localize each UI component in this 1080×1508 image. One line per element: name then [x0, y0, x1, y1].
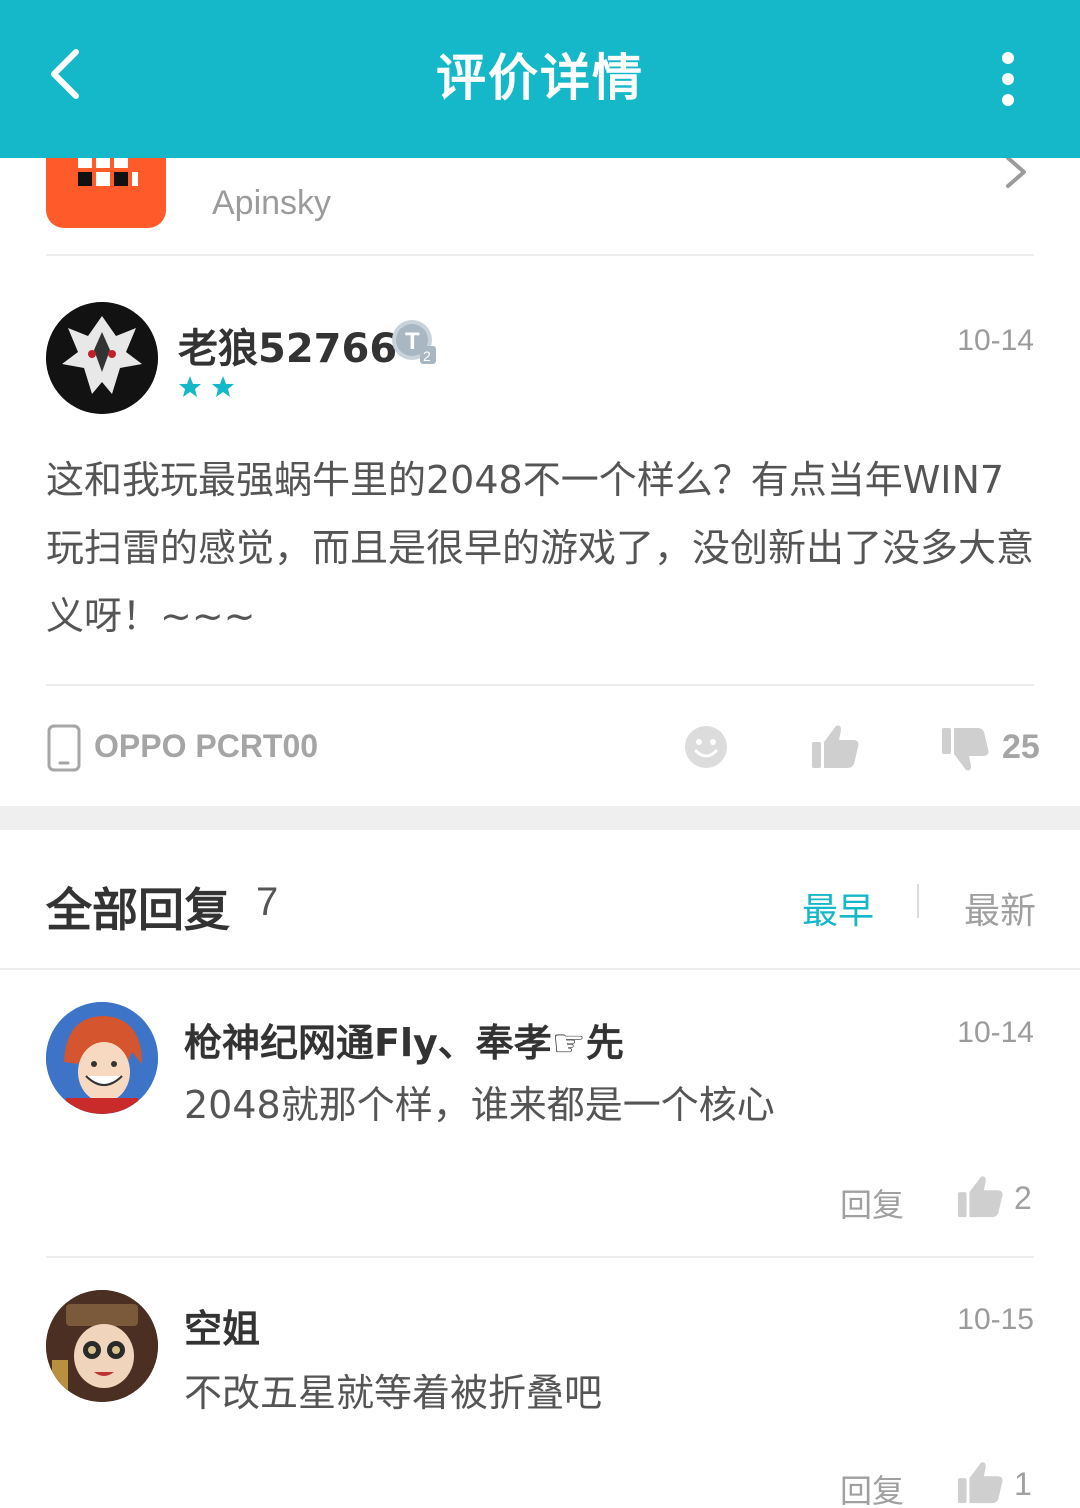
dislike-count: 25 [1002, 728, 1040, 766]
star-icon [179, 376, 201, 397]
chevron-right-icon [1006, 156, 1026, 188]
reply-button[interactable]: 回复 [840, 1180, 904, 1226]
thumbs-down-icon[interactable] [940, 726, 990, 774]
reply-button[interactable]: 回复 [840, 1466, 904, 1508]
app-developer: Apinsky [212, 184, 332, 222]
divider [0, 968, 1080, 970]
reply-date: 10-14 [957, 1016, 1034, 1049]
sort-latest-tab[interactable]: 最新 [964, 882, 1036, 934]
reply-author-name[interactable]: 空姐 [184, 1298, 260, 1353]
top-app-bar: 评价详情 [0, 0, 1080, 158]
avatar[interactable] [46, 302, 158, 414]
more-vertical-icon [998, 52, 1018, 106]
emoji-reaction-icon[interactable] [684, 725, 728, 769]
anime-avatar-image [46, 1002, 158, 1114]
divider [46, 1256, 1034, 1258]
thumbs-up-icon[interactable] [956, 1172, 1004, 1220]
rating-stars [179, 376, 234, 397]
sort-separator [917, 884, 919, 918]
reply-text: 2048就那个样，谁来都是一个核心 [184, 1083, 775, 1127]
reply-date: 10-15 [957, 1303, 1034, 1336]
wolf-avatar-image [46, 302, 158, 414]
avatar[interactable] [46, 1002, 158, 1114]
svg-text:2: 2 [423, 348, 431, 364]
thumbs-up-icon[interactable] [956, 1458, 1004, 1506]
section-separator [0, 806, 1080, 830]
page-title: 评价详情 [436, 49, 644, 107]
star-icon [212, 376, 234, 397]
review-content: 这和我玩最强蜗牛里的2048不一个样么？有点当年WIN7玩扫雷的感觉，而且是很早… [46, 458, 1035, 638]
replies-title: 全部回复 [46, 883, 230, 937]
review-date: 10-14 [957, 324, 1034, 357]
phone-icon [47, 724, 81, 772]
reply-like-count: 1 [1014, 1466, 1032, 1502]
device-name: OPPO PCRT00 [94, 728, 319, 764]
reply-text: 不改五星就等着被折叠吧 [184, 1371, 603, 1415]
reply-author-name[interactable]: 枪神纪网通Fly、奉孝☞先 [184, 1012, 624, 1067]
sort-earliest-tab[interactable]: 最早 [802, 882, 874, 934]
character-avatar-image [46, 1290, 158, 1402]
svg-text:T: T [405, 328, 420, 355]
reviewer-name[interactable]: 老狼52766 [178, 316, 397, 374]
reply-like-count: 2 [1014, 1180, 1032, 1216]
level-badge-icon: T 2 [392, 320, 436, 364]
divider [46, 254, 1034, 256]
thumbs-up-icon[interactable] [810, 722, 860, 770]
replies-count: 7 [256, 880, 279, 924]
divider [46, 684, 1034, 686]
more-options-button[interactable] [998, 52, 1018, 106]
avatar[interactable] [46, 1290, 158, 1402]
